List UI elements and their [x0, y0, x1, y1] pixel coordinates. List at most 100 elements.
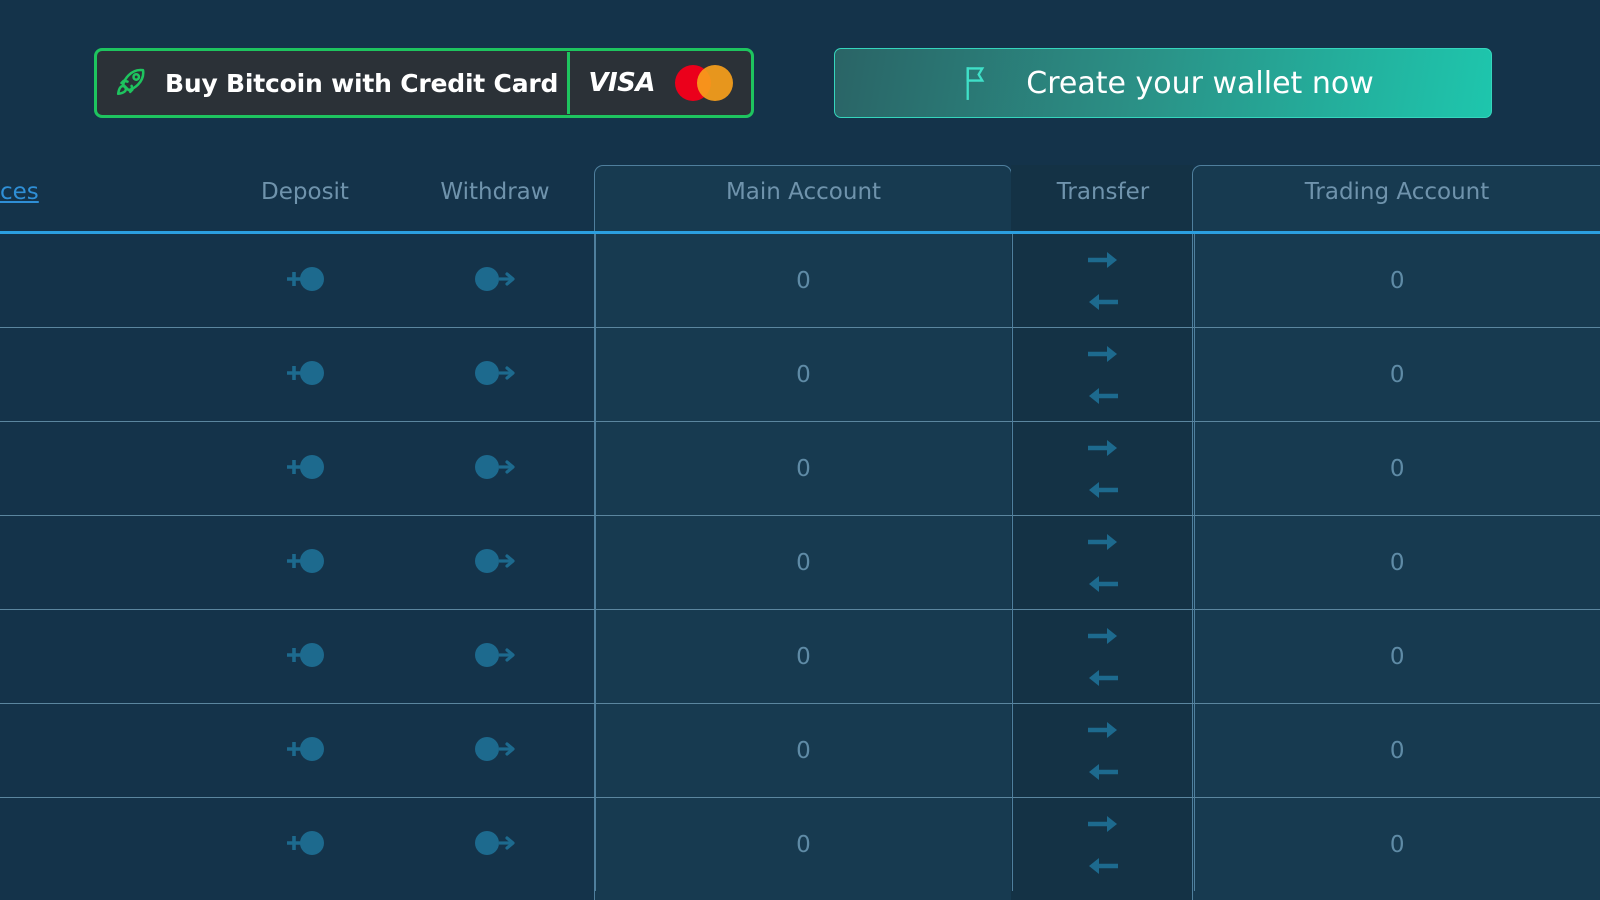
column-header-trading-account: Trading Account: [1304, 179, 1490, 205]
cell-deposit: [215, 234, 395, 328]
cell-deposit: [215, 609, 395, 704]
trading-account-balance: 0: [1389, 737, 1405, 764]
column-header-asset: ces: [0, 150, 215, 234]
arrow-right-icon[interactable]: [1086, 813, 1120, 835]
table-row: 0 0: [0, 234, 1600, 328]
cell-transfer: [1011, 515, 1194, 610]
arrow-left-icon[interactable]: [1086, 667, 1120, 689]
cell-main-account: 0: [594, 421, 1012, 516]
promo-bar: Buy Bitcoin with Credit Card VISA Create…: [0, 0, 1600, 150]
arrow-left-icon[interactable]: [1086, 573, 1120, 595]
deposit-icon[interactable]: [281, 353, 329, 393]
asset-balances-link[interactable]: ces: [0, 179, 39, 205]
cell-trading-account: 0: [1193, 609, 1600, 704]
cell-asset: [0, 234, 215, 328]
table-row: 0 0: [0, 327, 1600, 422]
deposit-icon[interactable]: [281, 635, 329, 675]
arrow-right-icon[interactable]: [1086, 437, 1120, 459]
main-account-balance: 0: [796, 455, 811, 482]
cell-main-account: 0: [594, 703, 1012, 798]
column-header-withdraw: Withdraw: [440, 179, 550, 205]
arrow-left-icon[interactable]: [1086, 479, 1120, 501]
cell-transfer: [1011, 797, 1194, 891]
cell-transfer: [1011, 327, 1194, 422]
cell-withdraw: [395, 703, 595, 798]
mastercard-icon: [675, 65, 733, 101]
cell-transfer: [1011, 609, 1194, 704]
cell-asset: [0, 703, 215, 798]
trading-account-balance: 0: [1389, 455, 1405, 482]
withdraw-icon[interactable]: [471, 353, 519, 393]
withdraw-icon[interactable]: [471, 635, 519, 675]
cell-asset: [0, 515, 215, 610]
cell-withdraw: [395, 327, 595, 422]
cell-trading-account: 0: [1193, 234, 1600, 328]
withdraw-icon[interactable]: [471, 729, 519, 769]
create-wallet-button[interactable]: Create your wallet now: [834, 48, 1492, 118]
arrow-right-icon[interactable]: [1086, 719, 1120, 741]
column-header-transfer: Transfer: [1056, 179, 1150, 205]
table-row: 0 0: [0, 609, 1600, 704]
cell-main-account: 0: [594, 327, 1012, 422]
cell-transfer: [1011, 234, 1194, 328]
cell-deposit: [215, 703, 395, 798]
arrow-right-icon[interactable]: [1086, 531, 1120, 553]
withdraw-icon[interactable]: [471, 541, 519, 581]
withdraw-icon[interactable]: [471, 823, 519, 863]
transfer-controls: [1013, 249, 1194, 313]
table-row: 0 0: [0, 703, 1600, 798]
arrow-left-icon[interactable]: [1086, 761, 1120, 783]
balances-table: ces Deposit Withdraw Main Account Transf…: [0, 150, 1600, 891]
cell-withdraw: [395, 609, 595, 704]
table-row: 0 0: [0, 421, 1600, 516]
main-account-balance: 0: [796, 737, 811, 764]
deposit-icon[interactable]: [281, 823, 329, 863]
visa-icon: VISA: [588, 68, 655, 98]
table-row: 0 0: [0, 515, 1600, 610]
trading-account-balance: 0: [1389, 267, 1405, 294]
cell-withdraw: [395, 515, 595, 610]
column-header-deposit: Deposit: [261, 179, 349, 205]
transfer-controls: [1013, 531, 1194, 595]
arrow-left-icon[interactable]: [1086, 855, 1120, 877]
deposit-icon[interactable]: [281, 729, 329, 769]
cell-trading-account: 0: [1193, 421, 1600, 516]
main-account-balance: 0: [796, 267, 811, 294]
cell-trading-account: 0: [1193, 327, 1600, 422]
deposit-icon[interactable]: [281, 541, 329, 581]
transfer-controls: [1013, 813, 1194, 877]
cell-asset: [0, 609, 215, 704]
arrow-right-icon[interactable]: [1086, 249, 1120, 271]
column-header-main-account: Main Account: [725, 179, 882, 205]
trading-account-balance: 0: [1389, 361, 1405, 388]
cell-asset: [0, 421, 215, 516]
arrow-right-icon[interactable]: [1086, 625, 1120, 647]
cell-deposit: [215, 421, 395, 516]
balances-table-area: ces Deposit Withdraw Main Account Transf…: [0, 150, 1600, 900]
deposit-icon[interactable]: [281, 447, 329, 487]
main-account-balance: 0: [796, 361, 811, 388]
trading-account-balance: 0: [1389, 643, 1405, 670]
cell-trading-account: 0: [1193, 797, 1600, 891]
cell-asset: [0, 797, 215, 891]
cell-withdraw: [395, 234, 595, 328]
cell-main-account: 0: [594, 515, 1012, 610]
table-row: 0 0: [0, 797, 1600, 891]
transfer-controls: [1013, 719, 1194, 783]
transfer-controls: [1013, 343, 1194, 407]
main-account-balance: 0: [796, 643, 811, 670]
arrow-left-icon[interactable]: [1086, 291, 1120, 313]
cell-deposit: [215, 797, 395, 891]
rocket-icon: [97, 64, 165, 102]
table-body: 0 0 0 0 0 0 0 0 0 0 0 0 0 0: [0, 234, 1600, 891]
withdraw-icon[interactable]: [471, 447, 519, 487]
deposit-icon[interactable]: [281, 259, 329, 299]
trading-account-balance: 0: [1389, 831, 1405, 858]
arrow-right-icon[interactable]: [1086, 343, 1120, 365]
arrow-left-icon[interactable]: [1086, 385, 1120, 407]
transfer-controls: [1013, 437, 1194, 501]
trading-account-balance: 0: [1389, 549, 1405, 576]
withdraw-icon[interactable]: [471, 259, 519, 299]
balances-page: Buy Bitcoin with Credit Card VISA Create…: [0, 0, 1600, 900]
buy-bitcoin-button[interactable]: Buy Bitcoin with Credit Card VISA: [94, 48, 754, 118]
